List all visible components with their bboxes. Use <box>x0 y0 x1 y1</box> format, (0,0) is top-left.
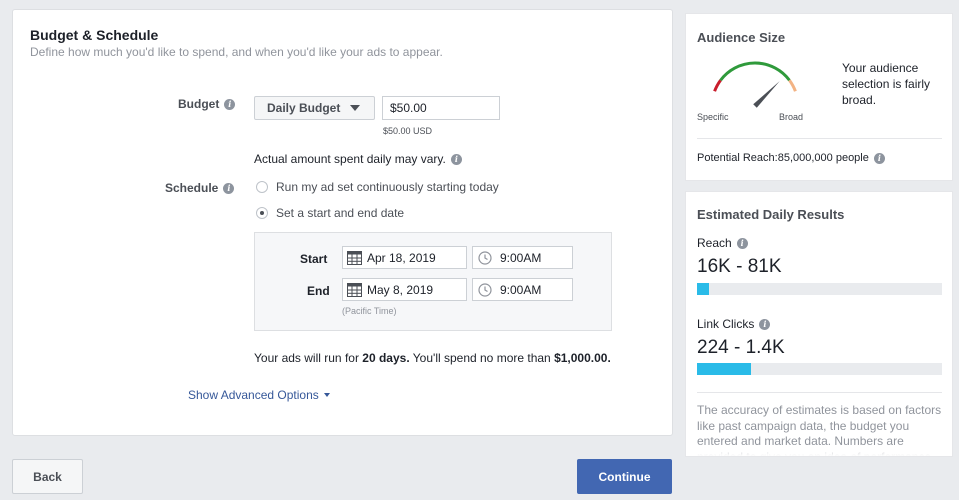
audience-size-title: Audience Size <box>697 30 786 45</box>
caret-down-icon <box>350 105 361 111</box>
schedule-option-label: Set a start and end date <box>276 206 405 220</box>
start-time-input[interactable]: 9:00AM <box>472 246 573 269</box>
link-clicks-bar <box>697 363 942 375</box>
link-clicks-value: 224 - 1.4K <box>697 337 785 358</box>
info-icon[interactable]: i <box>736 237 748 249</box>
link-clicks-label-text: Link Clicks <box>697 317 755 331</box>
schedule-summary: Your ads will run for 20 days. You'll sp… <box>254 351 611 365</box>
radio-checked-icon[interactable] <box>256 207 268 219</box>
scroll-fade <box>686 444 952 456</box>
timezone-note: (Pacific Time) <box>342 306 397 316</box>
summary-days: 20 days. <box>362 351 410 365</box>
estimated-results-title: Estimated Daily Results <box>697 207 845 222</box>
radio-unchecked-icon[interactable] <box>256 181 268 193</box>
budget-schedule-card: Budget & Schedule Define how much you'd … <box>12 9 673 436</box>
gauge-arc-specific <box>713 79 722 92</box>
clock-icon <box>478 250 492 265</box>
start-time-value: 9:00AM <box>500 250 542 265</box>
info-icon[interactable]: i <box>450 153 462 165</box>
reach-bar <box>697 283 942 295</box>
gauge-arc-broad <box>788 79 797 92</box>
reach-bar-fill <box>697 283 710 295</box>
audience-size-card: Audience Size Specific Broad Your audien… <box>685 13 953 181</box>
budget-type-value: Daily Budget <box>267 101 341 115</box>
budget-label-text: Budget <box>178 97 220 111</box>
summary-total: $1,000.00. <box>554 351 611 365</box>
info-icon[interactable]: i <box>224 98 236 110</box>
back-button-label: Back <box>33 469 62 484</box>
start-label: Start <box>300 252 328 266</box>
end-label: End <box>307 284 330 298</box>
link-clicks-label: Link Clicks i <box>697 317 771 331</box>
info-icon[interactable]: i <box>223 182 235 194</box>
audience-gauge: Specific Broad <box>697 58 804 130</box>
reach-label-text: Reach <box>697 236 732 250</box>
continue-button[interactable]: Continue <box>577 459 672 494</box>
summary-middle: You'll spend no more than <box>409 351 555 365</box>
budget-amount-value: $50.00 <box>390 101 427 115</box>
budget-amount-input[interactable]: $50.00 <box>382 96 500 120</box>
start-date-input[interactable]: Apr 18, 2019 <box>342 246 467 269</box>
schedule-option-start-end[interactable]: Set a start and end date <box>256 206 404 220</box>
divider <box>697 138 942 139</box>
audience-description: Your audience selection is fairly broad. <box>842 61 931 107</box>
caret-down-icon <box>323 393 330 397</box>
budget-currency-note: $50.00 USD <box>383 126 433 136</box>
potential-reach: Potential Reach: 85,000,000 people i <box>697 152 885 164</box>
reach-value: 16K - 81K <box>697 256 782 277</box>
gauge-arc-defined <box>719 61 791 82</box>
divider <box>697 392 942 393</box>
budget-variance-text: Actual amount spent daily may vary. <box>254 152 446 166</box>
estimated-daily-results-card: Estimated Daily Results Reach i 16K - 81… <box>685 191 953 457</box>
info-icon[interactable]: i <box>873 152 885 164</box>
info-icon[interactable]: i <box>759 318 771 330</box>
gauge-label-specific: Specific <box>697 112 729 122</box>
potential-reach-value: 85,000,000 people <box>777 152 869 164</box>
budget-label: Budget i <box>178 97 236 111</box>
show-advanced-options-link[interactable]: Show Advanced Options <box>188 388 330 402</box>
potential-reach-label: Potential Reach: <box>697 152 778 164</box>
schedule-label: Schedule i <box>165 181 235 195</box>
clock-icon <box>478 282 492 297</box>
reach-label: Reach i <box>697 236 748 250</box>
gauge-label-broad: Broad <box>779 112 804 122</box>
end-date-input[interactable]: May 8, 2019 <box>342 278 467 301</box>
gauge-needle <box>753 81 780 108</box>
schedule-option-continuous[interactable]: Run my ad set continuously starting toda… <box>256 180 499 194</box>
link-clicks-bar-fill <box>697 363 751 375</box>
schedule-option-label: Run my ad set continuously starting toda… <box>276 180 499 194</box>
continue-button-label: Continue <box>598 469 651 484</box>
section-title: Budget & Schedule <box>30 27 159 43</box>
summary-prefix: Your ads will run for <box>254 351 363 365</box>
budget-variance-note: Actual amount spent daily may vary. i <box>254 152 462 166</box>
end-time-value: 9:00AM <box>500 282 542 297</box>
date-range-panel: Start Apr 18, 2019 9:00AM End May 8, 201… <box>254 232 612 331</box>
section-subtitle: Define how much you'd like to spend, and… <box>30 45 443 59</box>
start-date-value: Apr 18, 2019 <box>367 250 436 265</box>
budget-type-dropdown[interactable]: Daily Budget <box>254 96 375 120</box>
calendar-icon <box>347 250 362 265</box>
calendar-icon <box>347 282 362 297</box>
end-date-value: May 8, 2019 <box>367 282 434 297</box>
end-time-input[interactable]: 9:00AM <box>472 278 573 301</box>
schedule-label-text: Schedule <box>165 181 219 195</box>
back-button[interactable]: Back <box>12 459 83 494</box>
advanced-link-label: Show Advanced Options <box>188 388 319 402</box>
gauge-dial <box>713 61 797 108</box>
